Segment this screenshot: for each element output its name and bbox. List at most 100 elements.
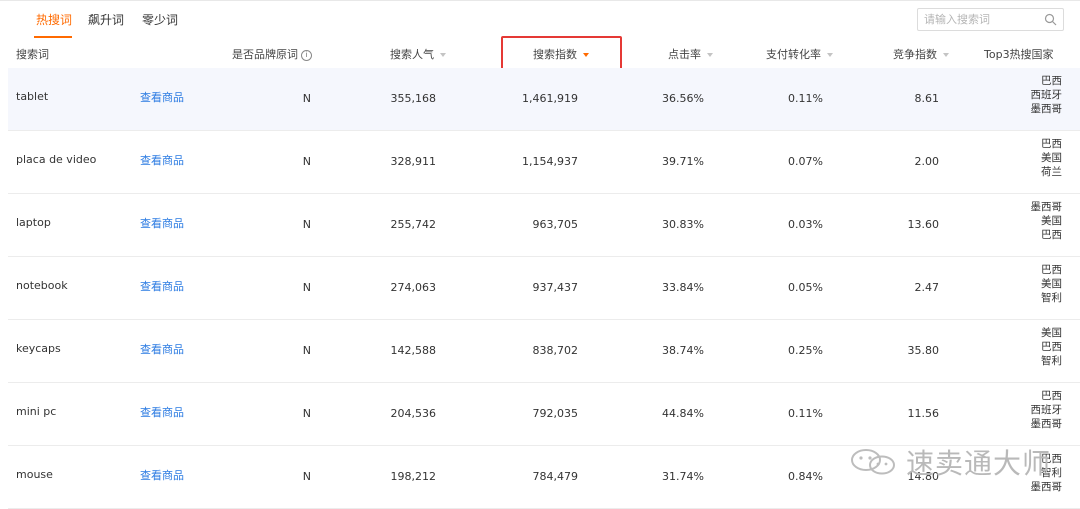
cell-keyword: laptop [16,216,51,229]
cell-search-index: 963,705 [532,218,579,231]
view-products-link[interactable]: 查看商品 [140,404,184,420]
cell-keyword: keycaps [16,342,61,355]
cell-search-index: 1,461,919 [522,92,578,105]
cell-popularity: 274,063 [390,281,437,294]
search-icon[interactable] [1044,13,1057,26]
cell-ctr: 36.56% [662,92,704,105]
cell-search-index: 838,702 [532,344,579,357]
cell-top3-countries: 墨西哥 美国 巴西 [1031,200,1063,242]
cell-competition: 2.00 [914,155,940,168]
cell-popularity: 328,911 [390,155,437,168]
view-products-link[interactable]: 查看商品 [140,215,184,231]
tab-hot-keywords[interactable]: 热搜词 [36,11,72,28]
sort-icon[interactable] [440,53,446,57]
country-name: 美国 [1041,327,1062,339]
cell-conversion: 0.11% [788,407,823,420]
watermark: 速卖通大师 [846,444,1051,480]
cell-conversion: 0.84% [788,470,823,483]
cell-keyword: notebook [16,279,68,292]
tab-rising-keywords[interactable]: 飙升词 [88,11,124,28]
country-name: 巴西 [1041,138,1062,150]
cell-ctr: 31.74% [662,470,704,483]
cell-ctr: 44.84% [662,407,704,420]
column-header-conversion-label: 支付转化率 [766,48,821,61]
search-input[interactable] [918,9,1054,30]
view-products-link[interactable]: 查看商品 [140,467,184,483]
country-name: 巴西 [1041,75,1062,87]
column-header-is-brand: 是否品牌原词 i [232,46,312,62]
cell-popularity: 355,168 [390,92,437,105]
column-header-popularity-label: 搜索人气 [390,48,434,61]
country-name: 美国 [1041,215,1062,227]
country-name: 墨西哥 [1030,201,1063,213]
cell-is-brand: N [302,218,311,231]
cell-search-index: 784,479 [532,470,579,483]
tab-few-keywords[interactable]: 零少词 [142,11,178,28]
cell-competition: 35.80 [907,344,940,357]
view-products-link[interactable]: 查看商品 [140,152,184,168]
sort-icon[interactable] [943,53,949,57]
cell-keyword: mini pc [16,405,57,418]
sort-icon[interactable] [827,53,833,57]
column-header-ctr[interactable]: 点击率 [668,46,713,62]
table-row: placa de video 查看商品 N 328,911 1,154,937 … [8,131,1080,194]
cell-search-index: 1,154,937 [522,155,578,168]
sort-icon[interactable] [707,53,713,57]
column-header-competition-label: 竞争指数 [893,48,937,61]
cell-popularity: 142,588 [390,344,437,357]
country-name: 西班牙 [1030,89,1063,101]
country-name: 巴西 [1041,229,1062,241]
column-header-keyword: 搜索词 [16,48,49,61]
cell-ctr: 33.84% [662,281,704,294]
country-name: 巴西 [1041,390,1062,402]
table-row: keycaps 查看商品 N 142,588 838,702 38.74% 0.… [8,320,1080,383]
cell-top3-countries: 巴西 美国 荷兰 [1041,137,1062,179]
info-icon[interactable]: i [301,49,312,61]
view-products-link[interactable]: 查看商品 [140,278,184,294]
country-name: 智利 [1041,292,1062,304]
cell-is-brand: N [302,92,311,105]
cell-keyword: mouse [16,468,53,481]
cell-keyword: placa de video [16,153,97,166]
column-header-competition[interactable]: 竞争指数 [893,46,949,62]
cell-top3-countries: 巴西 西班牙 墨西哥 [1031,389,1063,431]
country-name: 墨西哥 [1030,103,1063,115]
column-header-popularity[interactable]: 搜索人气 [390,46,446,62]
column-header-conversion[interactable]: 支付转化率 [766,46,833,62]
cell-ctr: 38.74% [662,344,704,357]
cell-search-index: 792,035 [532,407,579,420]
cell-top3-countries: 美国 巴西 智利 [1041,326,1062,368]
country-name: 巴西 [1041,341,1062,353]
country-name: 西班牙 [1030,404,1063,416]
table-row: mini pc 查看商品 N 204,536 792,035 44.84% 0.… [8,383,1080,446]
table-row: tablet 查看商品 N 355,168 1,461,919 36.56% 0… [8,68,1080,131]
cell-competition: 8.61 [914,92,940,105]
column-header-top3-countries: Top3热搜国家 [984,48,1054,61]
country-name: 墨西哥 [1030,418,1063,430]
cell-search-index: 937,437 [532,281,579,294]
cell-popularity: 198,212 [390,470,437,483]
cell-popularity: 204,536 [390,407,437,420]
view-products-link[interactable]: 查看商品 [140,89,184,105]
country-name: 美国 [1041,152,1062,164]
cell-ctr: 39.71% [662,155,704,168]
cell-keyword: tablet [16,90,49,103]
cell-competition: 2.47 [914,281,940,294]
cell-ctr: 30.83% [662,218,704,231]
country-name: 荷兰 [1041,166,1062,178]
cell-is-brand: N [302,155,311,168]
cell-is-brand: N [302,281,311,294]
table-row: notebook 查看商品 N 274,063 937,437 33.84% 0… [8,257,1080,320]
cell-competition: 11.56 [907,407,940,420]
view-products-link[interactable]: 查看商品 [140,341,184,357]
column-header-ctr-label: 点击率 [668,48,701,61]
cell-is-brand: N [302,407,311,420]
search-box [917,8,1064,31]
cell-popularity: 255,742 [390,218,437,231]
wechat-icon [851,449,895,475]
country-name: 智利 [1041,355,1062,367]
cell-conversion: 0.25% [788,344,823,357]
table-row: laptop 查看商品 N 255,742 963,705 30.83% 0.0… [8,194,1080,257]
country-name: 美国 [1041,278,1062,290]
country-name: 巴西 [1041,264,1062,276]
